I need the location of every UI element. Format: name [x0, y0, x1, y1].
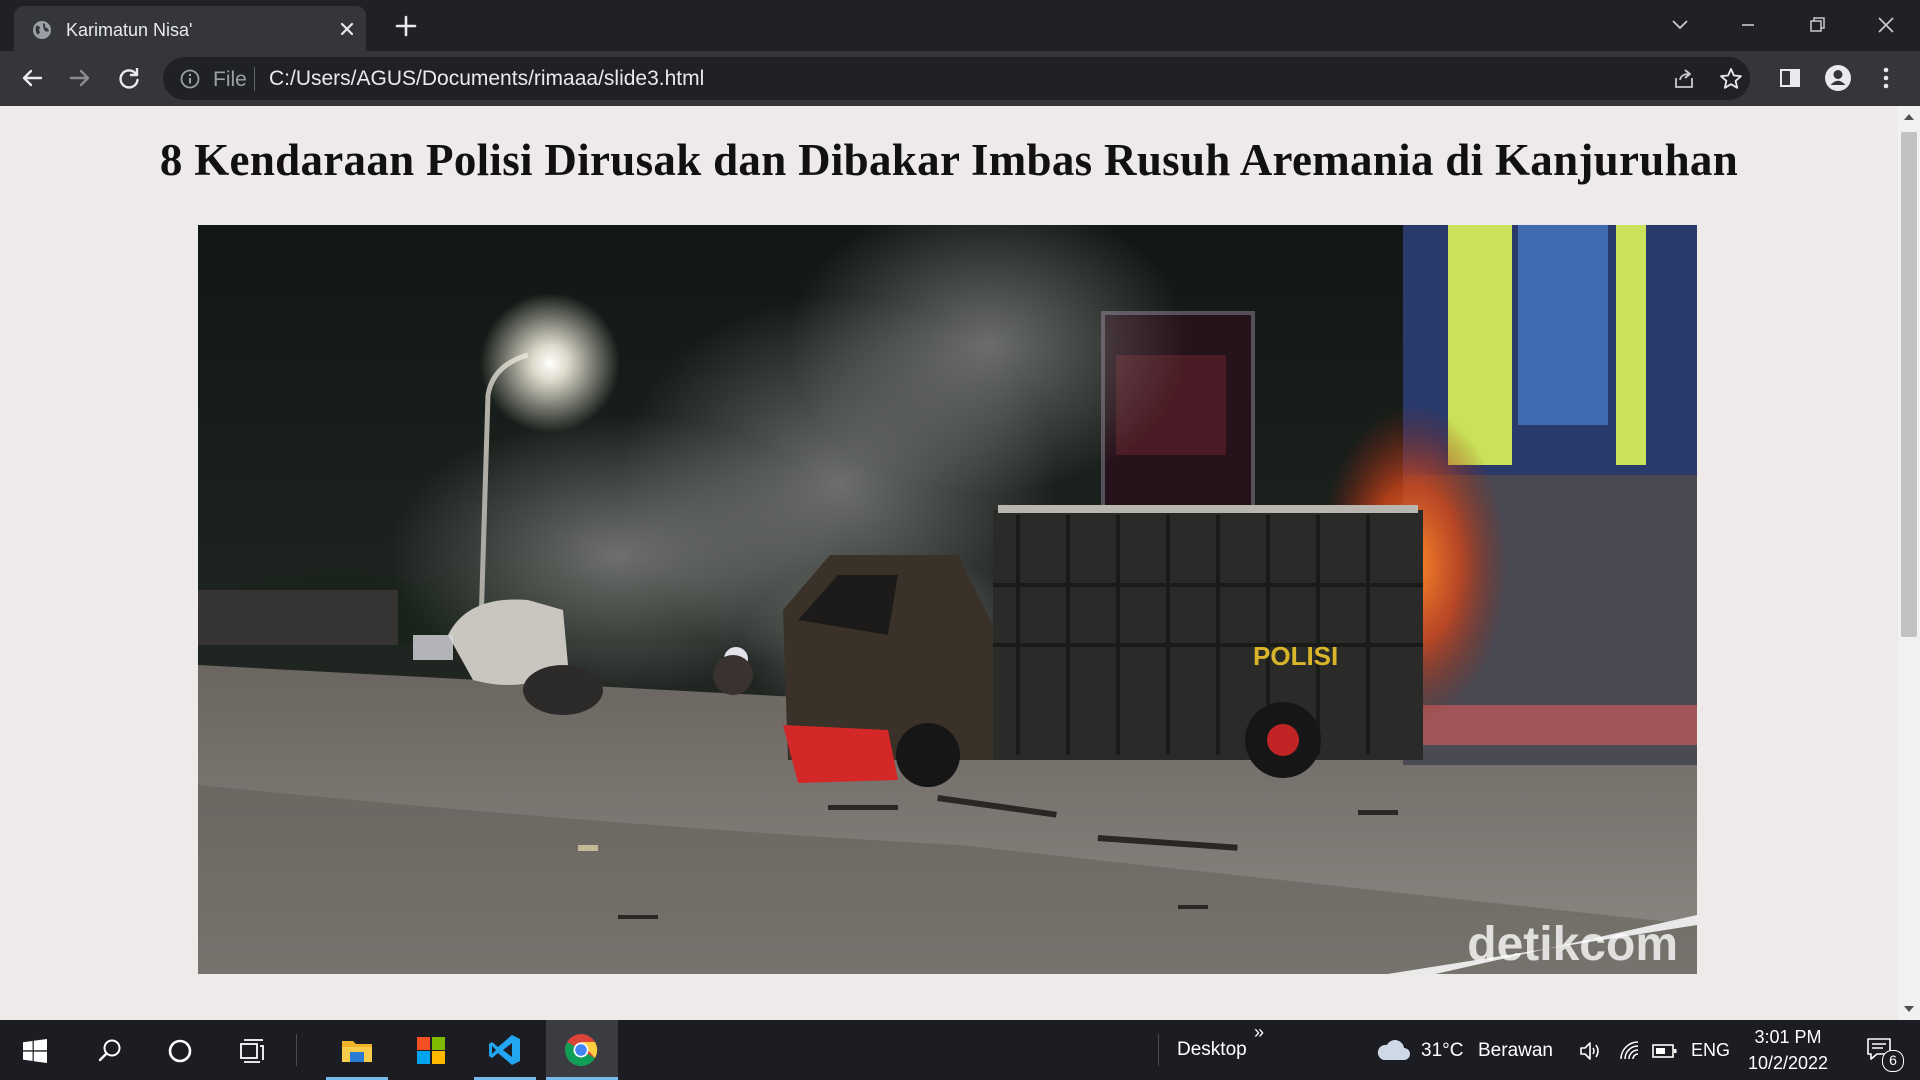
minimize-icon[interactable]	[1733, 10, 1763, 40]
scroll-up-arrow[interactable]	[1904, 114, 1914, 120]
browser-toolbar: File C:/Users/AGUS/Documents/rimaaa/slid…	[0, 51, 1920, 106]
browser-titlebar: Karimatun Nisa'	[0, 0, 1920, 51]
clock-time: 3:01 PM	[1754, 1027, 1822, 1047]
taskbar-app-chrome[interactable]	[546, 1020, 618, 1080]
divider	[296, 1020, 298, 1080]
profile-icon[interactable]	[1822, 62, 1854, 94]
divider	[1158, 1020, 1160, 1080]
taskbar-app-vscode[interactable]	[474, 1020, 536, 1080]
battery-icon[interactable]	[1652, 1041, 1678, 1061]
star-icon[interactable]	[1717, 65, 1745, 93]
wifi-icon[interactable]	[1618, 1039, 1642, 1063]
notification-center-button[interactable]: 6	[1850, 1020, 1910, 1080]
desktop-toolbar-label[interactable]: Desktop	[1177, 1039, 1247, 1061]
svg-text:detikcom: detikcom	[1467, 918, 1678, 971]
taskbar-app-explorer[interactable]	[326, 1020, 388, 1080]
cortana-button[interactable]	[150, 1020, 210, 1080]
url-text[interactable]: C:/Users/AGUS/Documents/rimaaa/slide3.ht…	[269, 67, 704, 91]
taskbar-search[interactable]	[78, 1020, 140, 1080]
arrow-left-icon[interactable]	[16, 62, 48, 94]
file-scheme-label: File	[213, 68, 247, 91]
chevron-down-icon[interactable]	[1665, 10, 1695, 40]
share-icon[interactable]	[1670, 65, 1698, 93]
page-scrollbar[interactable]	[1898, 106, 1920, 1020]
taskbar-app-store[interactable]	[400, 1020, 462, 1080]
windows-start-icon	[23, 1039, 47, 1063]
address-bar[interactable]: File C:/Users/AGUS/Documents/rimaaa/slid…	[163, 57, 1750, 100]
notification-count: 6	[1889, 1052, 1897, 1068]
news-photo: POLISI detikcom	[198, 225, 1697, 974]
start-button[interactable]	[0, 1020, 70, 1080]
clock-date: 10/2/2022	[1747, 1053, 1829, 1073]
page-title: 8 Kendaraan Polisi Dirusak dan Dibakar I…	[159, 135, 1739, 185]
reload-icon[interactable]	[113, 62, 145, 94]
close-icon[interactable]	[1871, 10, 1901, 40]
microsoft-store-icon	[417, 1037, 445, 1064]
search-icon	[98, 1039, 121, 1062]
volume-icon[interactable]	[1578, 1039, 1602, 1063]
svg-text:POLISI: POLISI	[1253, 641, 1338, 671]
clock[interactable]: 3:01 PM 10/2/2022	[1738, 1020, 1838, 1080]
weather-temp: 31°C	[1421, 1040, 1464, 1061]
weather-widget[interactable]: 31°C Berawan	[1370, 1020, 1560, 1080]
weather-condition: Berawan	[1478, 1040, 1553, 1061]
kebab-menu-icon[interactable]	[1870, 62, 1902, 94]
close-icon[interactable]	[336, 18, 358, 40]
task-view-button[interactable]	[222, 1020, 282, 1080]
arrow-right-icon[interactable]	[64, 62, 96, 94]
windows-taskbar: Desktop » 31°C Berawan ENG 3:01 PM 10/2/…	[0, 1020, 1920, 1080]
plus-icon[interactable]	[392, 12, 420, 40]
notification-badge: 6	[1882, 1050, 1904, 1072]
vscode-icon	[489, 1035, 520, 1065]
language-indicator[interactable]: ENG	[1691, 1040, 1730, 1061]
page-viewport: 8 Kendaraan Polisi Dirusak dan Dibakar I…	[0, 106, 1898, 1020]
cloud-icon	[1377, 1040, 1410, 1060]
tab-title: Karimatun Nisa'	[66, 20, 193, 40]
restore-icon[interactable]	[1802, 10, 1832, 40]
browser-tab[interactable]: Karimatun Nisa'	[14, 6, 366, 51]
toolbar-overflow-chevron[interactable]: »	[1254, 1022, 1264, 1043]
file-explorer-icon	[342, 1041, 372, 1062]
scroll-down-arrow[interactable]	[1904, 1006, 1914, 1012]
chrome-icon	[565, 1034, 598, 1067]
side-panel-icon[interactable]	[1774, 62, 1806, 94]
info-icon[interactable]	[179, 68, 201, 90]
cortana-icon	[168, 1039, 192, 1063]
task-view-icon	[240, 1039, 264, 1063]
globe-icon	[33, 21, 51, 39]
divider	[254, 67, 255, 91]
scroll-thumb[interactable]	[1901, 132, 1917, 637]
